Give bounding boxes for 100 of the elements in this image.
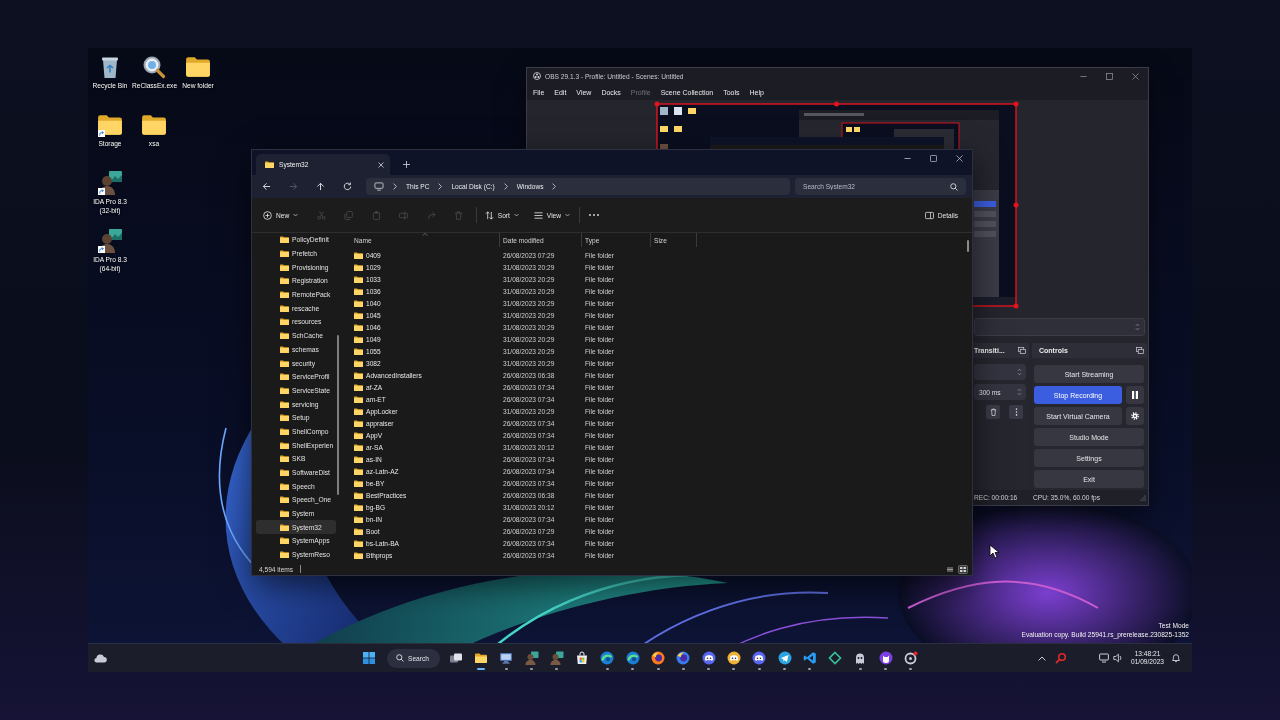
controller-icon[interactable]	[701, 651, 716, 665]
combo-field[interactable]	[974, 318, 1145, 336]
arrow-up-icon[interactable]	[316, 182, 325, 191]
maximize-icon[interactable]	[929, 155, 937, 162]
folder-icon	[280, 482, 289, 490]
folder-icon	[280, 236, 289, 244]
list-icon	[533, 210, 543, 220]
paper-plane-icon[interactable]	[777, 651, 792, 665]
caret-down-icon	[565, 213, 571, 217]
folder-icon	[280, 277, 289, 285]
folder-icon	[354, 515, 363, 523]
folder-icon	[354, 275, 363, 283]
swirl-icon[interactable]	[625, 651, 640, 665]
search-icon[interactable]	[950, 182, 958, 191]
caret-down-icon	[513, 213, 519, 217]
folder-icon	[354, 359, 363, 367]
folder-icon	[265, 161, 274, 168]
close-icon[interactable]	[955, 155, 963, 162]
spinner-arrows-icon	[1135, 323, 1140, 331]
diamond-icon[interactable]	[828, 651, 843, 665]
magnifier-icon[interactable]	[1055, 652, 1067, 664]
folder-icon	[354, 539, 363, 547]
code-icon[interactable]	[802, 651, 817, 665]
swirl-icon[interactable]	[600, 651, 615, 665]
monitor-icon[interactable]	[499, 651, 514, 665]
spinner-arrows-icon	[1017, 368, 1022, 376]
chevron-right-icon[interactable]	[552, 183, 557, 190]
sort-arrows-icon	[484, 210, 494, 220]
folder-icon	[354, 443, 363, 451]
folder-icon	[280, 304, 289, 312]
app-logo-icon	[533, 72, 541, 80]
folder-icon	[280, 250, 289, 258]
minimize-icon[interactable]	[903, 155, 911, 162]
folder-icon	[354, 371, 363, 379]
controller-icon[interactable]	[726, 651, 741, 665]
folder-icon	[354, 479, 363, 487]
pause-button[interactable]	[1126, 386, 1144, 404]
undock-icon[interactable]	[1136, 347, 1144, 354]
chevron-right-icon[interactable]	[438, 183, 443, 190]
chevron-up-icon[interactable]	[1038, 655, 1046, 661]
scrollbar-thumb[interactable]	[967, 240, 969, 252]
arrow-left-icon[interactable]	[262, 182, 271, 191]
chevron-right-icon[interactable]	[393, 183, 397, 190]
folder-icon	[354, 419, 363, 427]
controller-icon[interactable]	[752, 651, 767, 665]
speaker-icon[interactable]	[1113, 653, 1123, 663]
pointer-cursor-icon	[989, 544, 999, 559]
folder-icon	[280, 359, 289, 367]
folder-icon	[354, 323, 363, 331]
plus-icon[interactable]	[403, 161, 410, 168]
details-view-icon[interactable]	[945, 564, 955, 574]
undock-icon[interactable]	[1018, 347, 1026, 354]
maximize-icon[interactable]	[1105, 72, 1113, 80]
folder-icon	[280, 414, 289, 422]
folder-icon	[354, 299, 363, 307]
transition-field[interactable]	[974, 364, 1026, 380]
folder-icon	[354, 251, 363, 259]
folder-icon	[280, 441, 289, 449]
settings-button[interactable]	[1126, 407, 1144, 425]
silhouette-icon[interactable]	[549, 651, 564, 665]
folder-icon	[280, 318, 289, 326]
more-button[interactable]	[1009, 405, 1023, 419]
monitor-icon	[374, 182, 384, 191]
folder-icon	[280, 332, 289, 340]
folder-icon	[280, 345, 289, 353]
folder-icon	[354, 287, 363, 295]
folder-icon	[280, 523, 289, 531]
flame-globe-icon[interactable]	[651, 651, 665, 665]
folder-icon	[185, 55, 211, 79]
pause-icon	[1131, 391, 1139, 399]
folder-icon	[280, 537, 289, 545]
four-squares-icon[interactable]	[363, 652, 375, 664]
chevron-right-icon[interactable]	[503, 183, 508, 190]
folder-icon	[280, 373, 289, 381]
cloud-icon[interactable]	[93, 652, 107, 664]
folder-icon	[354, 467, 363, 475]
folder-icon	[354, 335, 363, 343]
folder-icon	[354, 551, 363, 559]
delete-button[interactable]	[986, 405, 1000, 419]
folder-icon	[280, 291, 289, 299]
plus-circle-icon	[263, 210, 272, 220]
folder-icon	[280, 510, 289, 518]
trash-icon	[989, 408, 997, 416]
monitor-icon[interactable]	[1099, 653, 1109, 663]
close-icon[interactable]	[1131, 72, 1139, 80]
shopping-bag-icon[interactable]	[575, 651, 590, 665]
silhouette-icon[interactable]	[524, 651, 539, 665]
folder-icon	[280, 386, 289, 394]
folder-icon	[354, 491, 363, 499]
scrollbar-thumb[interactable]	[337, 335, 339, 495]
bell-icon[interactable]	[1171, 653, 1181, 663]
flame-globe-icon[interactable]	[676, 651, 691, 665]
cat-icon[interactable]	[878, 651, 893, 665]
overlapping-windows-icon[interactable]	[448, 651, 463, 665]
ring-icon[interactable]	[904, 651, 918, 665]
folder-icon[interactable]	[473, 651, 488, 665]
folder-icon	[354, 431, 363, 439]
refresh-icon[interactable]	[343, 182, 352, 191]
tiles-view-icon[interactable]	[958, 564, 968, 574]
folder-icon	[280, 455, 289, 463]
